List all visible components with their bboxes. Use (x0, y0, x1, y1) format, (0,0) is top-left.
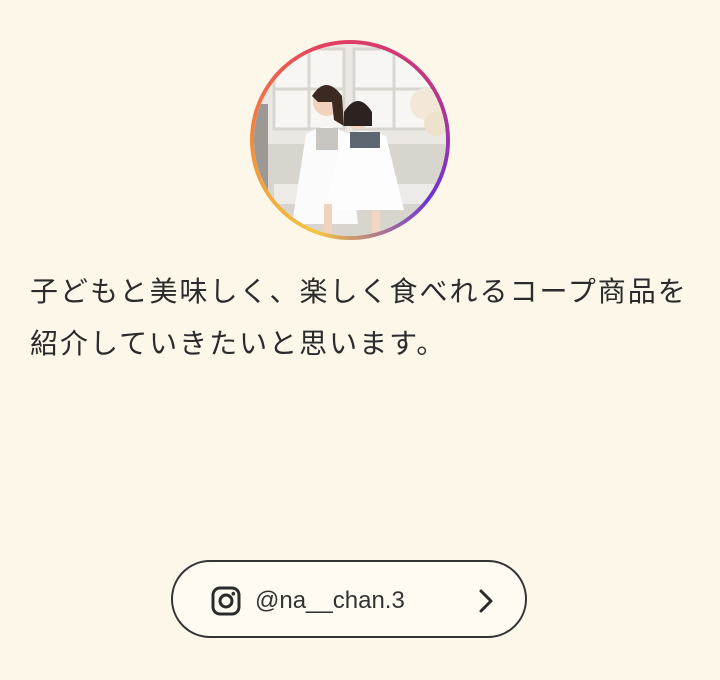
instagram-handle: @na__chan.3 (255, 587, 405, 614)
profile-bio: 子どもと美味しく、楽しく食べれるコープ商品を紹介していきたいと思います。 (30, 275, 688, 360)
profile-photo (254, 44, 446, 236)
avatar-ring (250, 40, 450, 240)
instagram-icon (211, 586, 241, 616)
chevron-right-icon (479, 589, 493, 613)
instagram-link-button[interactable]: @na__chan.3 (171, 560, 527, 638)
avatar[interactable] (254, 44, 446, 236)
